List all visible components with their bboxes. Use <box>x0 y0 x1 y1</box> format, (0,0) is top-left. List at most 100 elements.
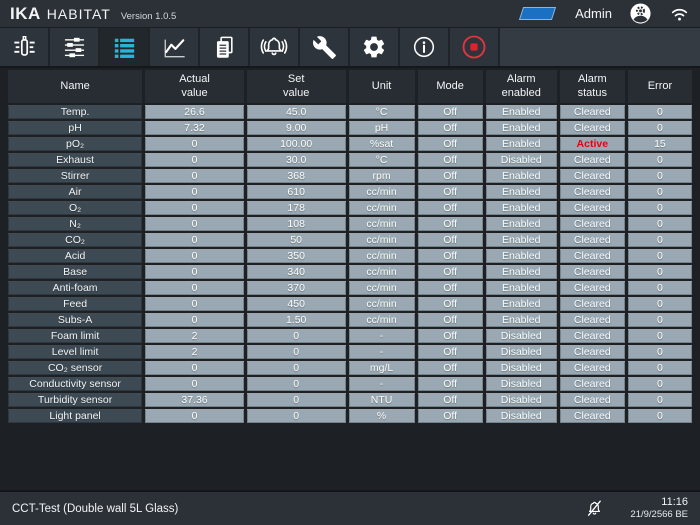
column-header-alarm-status: Alarm status <box>559 70 625 103</box>
column-header-alarm-enabled: Alarm enabled <box>485 70 557 103</box>
row-alarm-status-cell: Cleared <box>559 169 625 183</box>
settings-button[interactable] <box>350 28 400 66</box>
row-actual-value-cell: 0 <box>145 377 244 391</box>
row-set-value-cell: 0 <box>246 393 346 407</box>
row-error-cell: 0 <box>627 169 692 183</box>
row-alarm-status-cell: Cleared <box>559 185 625 199</box>
row-alarm-status-cell: Cleared <box>559 105 625 119</box>
row-error-cell: 0 <box>627 409 692 423</box>
row-name-cell[interactable]: Feed <box>8 297 143 311</box>
row-name-cell[interactable]: pO₂ <box>8 137 143 151</box>
info-button[interactable] <box>400 28 450 66</box>
row-name-cell[interactable]: Conductivity sensor <box>8 377 143 391</box>
row-unit-cell: cc/min <box>348 297 415 311</box>
trend-chart-button[interactable] <box>150 28 200 66</box>
alarms-button[interactable] <box>250 28 300 66</box>
user-avatar-icon[interactable] <box>629 2 652 25</box>
row-alarm-status-cell: Cleared <box>559 313 625 327</box>
process-settings-button[interactable] <box>50 28 100 66</box>
row-error-cell: 0 <box>627 313 692 327</box>
row-mode-cell: Off <box>417 137 483 151</box>
row-actual-value-cell: 7.32 <box>145 121 244 135</box>
row-alarm-status-cell: Cleared <box>559 329 625 343</box>
row-error-cell: 0 <box>627 201 692 215</box>
row-unit-cell: cc/min <box>348 265 415 279</box>
row-name-cell[interactable]: Anti-foam <box>8 281 143 295</box>
row-unit-cell: NTU <box>348 393 415 407</box>
info-icon <box>411 34 437 60</box>
row-name-cell[interactable]: Foam limit <box>8 329 143 343</box>
gear-icon <box>361 34 387 60</box>
row-alarm-enabled-cell: Disabled <box>485 345 557 359</box>
row-alarm-enabled-cell: Enabled <box>485 297 557 311</box>
row-actual-value-cell: 0 <box>145 169 244 183</box>
row-actual-value-cell: 0 <box>145 185 244 199</box>
row-set-value-cell: 0 <box>246 409 346 423</box>
current-user-label: Admin <box>575 6 612 21</box>
row-unit-cell: % <box>348 409 415 423</box>
row-set-value-cell: 370 <box>246 281 346 295</box>
sliders-icon <box>61 34 88 61</box>
row-error-cell: 0 <box>627 265 692 279</box>
row-error-cell: 0 <box>627 153 692 167</box>
row-name-cell[interactable]: Base <box>8 265 143 279</box>
row-name-cell[interactable]: Light panel <box>8 409 143 423</box>
row-unit-cell: - <box>348 329 415 343</box>
row-name-cell[interactable]: pH <box>8 121 143 135</box>
row-set-value-cell: 178 <box>246 201 346 215</box>
blue-status-indicator <box>519 7 557 20</box>
row-alarm-enabled-cell: Enabled <box>485 217 557 231</box>
row-name-cell[interactable]: Acid <box>8 249 143 263</box>
row-unit-cell: °C <box>348 105 415 119</box>
row-name-cell[interactable]: CO₂ sensor <box>8 361 143 375</box>
row-set-value-cell: 50 <box>246 233 346 247</box>
alarm-bell-icon <box>260 33 288 61</box>
wrench-icon <box>312 35 337 60</box>
row-set-value-cell: 108 <box>246 217 346 231</box>
row-set-value-cell: 0 <box>246 345 346 359</box>
row-mode-cell: Off <box>417 105 483 119</box>
row-error-cell: 0 <box>627 281 692 295</box>
table-view-panel: Name Actual value Set value Unit Mode Al… <box>0 68 700 488</box>
row-unit-cell: - <box>348 377 415 391</box>
bell-muted-icon[interactable] <box>585 499 604 518</box>
row-name-cell[interactable]: Subs-A <box>8 313 143 327</box>
row-alarm-status-cell: Cleared <box>559 265 625 279</box>
row-alarm-enabled-cell: Enabled <box>485 137 557 151</box>
row-unit-cell: °C <box>348 153 415 167</box>
toolbar <box>0 28 700 68</box>
row-mode-cell: Off <box>417 281 483 295</box>
row-name-cell[interactable]: Exhaust <box>8 153 143 167</box>
row-mode-cell: Off <box>417 249 483 263</box>
row-mode-cell: Off <box>417 313 483 327</box>
row-set-value-cell: 1.50 <box>246 313 346 327</box>
reports-button[interactable] <box>200 28 250 66</box>
row-alarm-enabled-cell: Enabled <box>485 201 557 215</box>
row-actual-value-cell: 2 <box>145 345 244 359</box>
row-name-cell[interactable]: Turbidity sensor <box>8 393 143 407</box>
row-alarm-enabled-cell: Enabled <box>485 233 557 247</box>
row-unit-cell: cc/min <box>348 281 415 295</box>
row-alarm-status-cell: Cleared <box>559 249 625 263</box>
parameter-table: Name Actual value Set value Unit Mode Al… <box>8 70 692 423</box>
row-name-cell[interactable]: Level limit <box>8 345 143 359</box>
row-name-cell[interactable]: Temp. <box>8 105 143 119</box>
row-name-cell[interactable]: CO₂ <box>8 233 143 247</box>
row-name-cell[interactable]: Stirrer <box>8 169 143 183</box>
row-alarm-enabled-cell: Enabled <box>485 185 557 199</box>
row-mode-cell: Off <box>417 153 483 167</box>
row-unit-cell: cc/min <box>348 313 415 327</box>
reactor-setup-button[interactable] <box>0 28 50 66</box>
row-alarm-status-cell: Cleared <box>559 281 625 295</box>
row-alarm-enabled-cell: Disabled <box>485 409 557 423</box>
row-name-cell[interactable]: N₂ <box>8 217 143 231</box>
row-name-cell[interactable]: O₂ <box>8 201 143 215</box>
service-button[interactable] <box>300 28 350 66</box>
row-actual-value-cell: 0 <box>145 217 244 231</box>
record-button[interactable] <box>450 28 500 66</box>
version-label: Version 1.0.5 <box>120 10 177 22</box>
row-name-cell[interactable]: Air <box>8 185 143 199</box>
row-alarm-status-cell: Active <box>559 137 625 151</box>
row-set-value-cell: 0 <box>246 377 346 391</box>
table-view-button[interactable] <box>100 28 150 66</box>
